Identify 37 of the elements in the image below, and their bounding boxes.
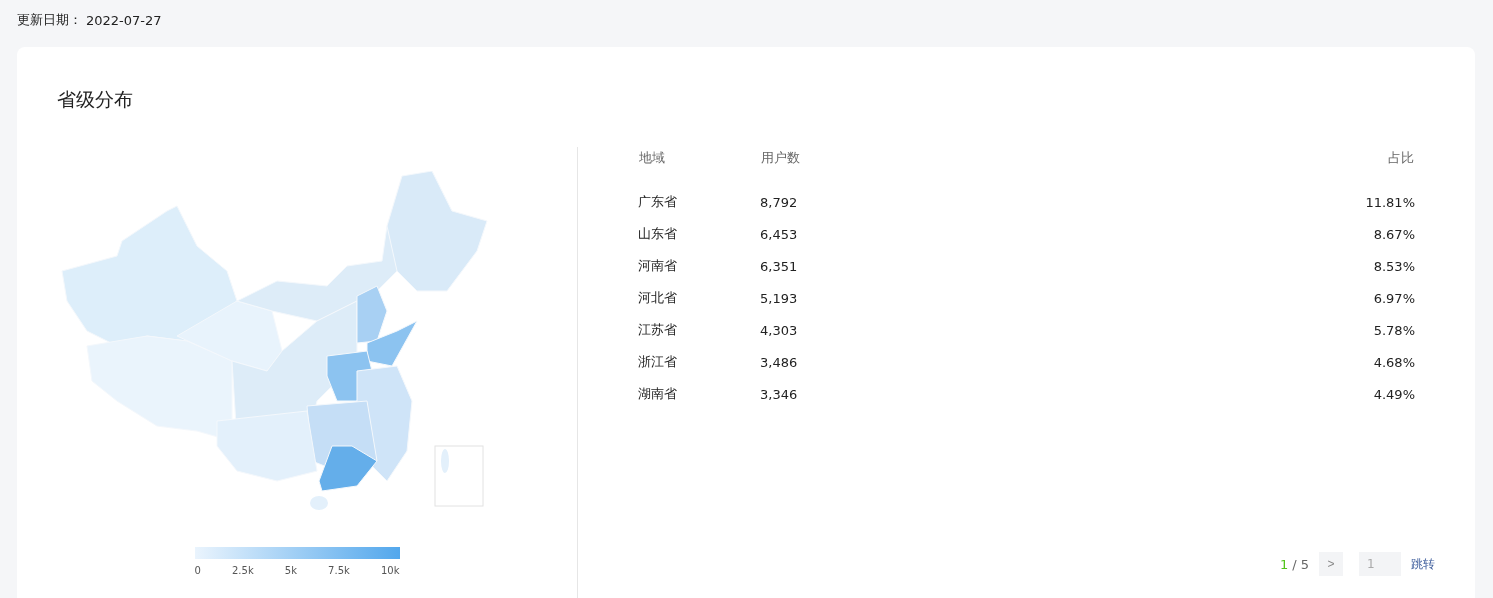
table-cell-text: 6,453 bbox=[760, 225, 799, 244]
legend-label: 7.5k bbox=[328, 565, 350, 576]
table-cell-text: 5.78% bbox=[1372, 321, 1415, 340]
legend-label: 2.5k bbox=[232, 565, 254, 576]
table-cell-text: 4,303 bbox=[760, 321, 799, 340]
legend-label: 10k bbox=[380, 565, 400, 576]
next-page-button[interactable]: > bbox=[1319, 552, 1343, 576]
table-cell-text: 8.53% bbox=[1372, 257, 1415, 276]
column-header: 用户数 bbox=[760, 149, 801, 167]
legend-label: 0 bbox=[194, 565, 201, 576]
column-header: 占比 bbox=[1387, 149, 1415, 167]
legend-label: 5k bbox=[284, 565, 297, 576]
table-cell-text: 浙江省 bbox=[638, 353, 678, 371]
table-cell-text: 4.49% bbox=[1372, 385, 1415, 404]
total-pages: / 5 bbox=[1292, 556, 1309, 572]
table-cell: 河南省 bbox=[638, 250, 760, 282]
table-cell-text: 5,193 bbox=[760, 289, 799, 308]
table-cell: 广东省 bbox=[638, 186, 760, 218]
table-cell-text: 4.68% bbox=[1372, 353, 1415, 372]
table-cell-text: 3,486 bbox=[760, 353, 799, 372]
jump-button[interactable]: 跳转 bbox=[1411, 555, 1435, 573]
current-page: 1 bbox=[1279, 556, 1289, 572]
update-date: 2022-07-27 bbox=[86, 12, 162, 28]
page-input[interactable]: 1 bbox=[1359, 552, 1401, 576]
update-label: 更新日期： bbox=[17, 11, 82, 29]
table-cell-text: 8.67% bbox=[1372, 225, 1415, 244]
table-cell-text: 8,792 bbox=[760, 193, 799, 212]
column-header: 地域 bbox=[638, 149, 666, 167]
section-title: 省级分布 bbox=[56, 87, 134, 107]
table-cell-text: 湖南省 bbox=[638, 385, 678, 403]
table-cell-text: 11.81% bbox=[1364, 193, 1415, 212]
table-cell-text: 河北省 bbox=[638, 289, 678, 307]
table-cell-text: 6.97% bbox=[1372, 289, 1415, 308]
table-cell-text: 3,346 bbox=[760, 385, 799, 404]
table-cell: 山东省 bbox=[638, 218, 760, 250]
table-cell-text: 6,351 bbox=[760, 257, 799, 276]
table-cell: 江苏省 bbox=[638, 314, 760, 346]
